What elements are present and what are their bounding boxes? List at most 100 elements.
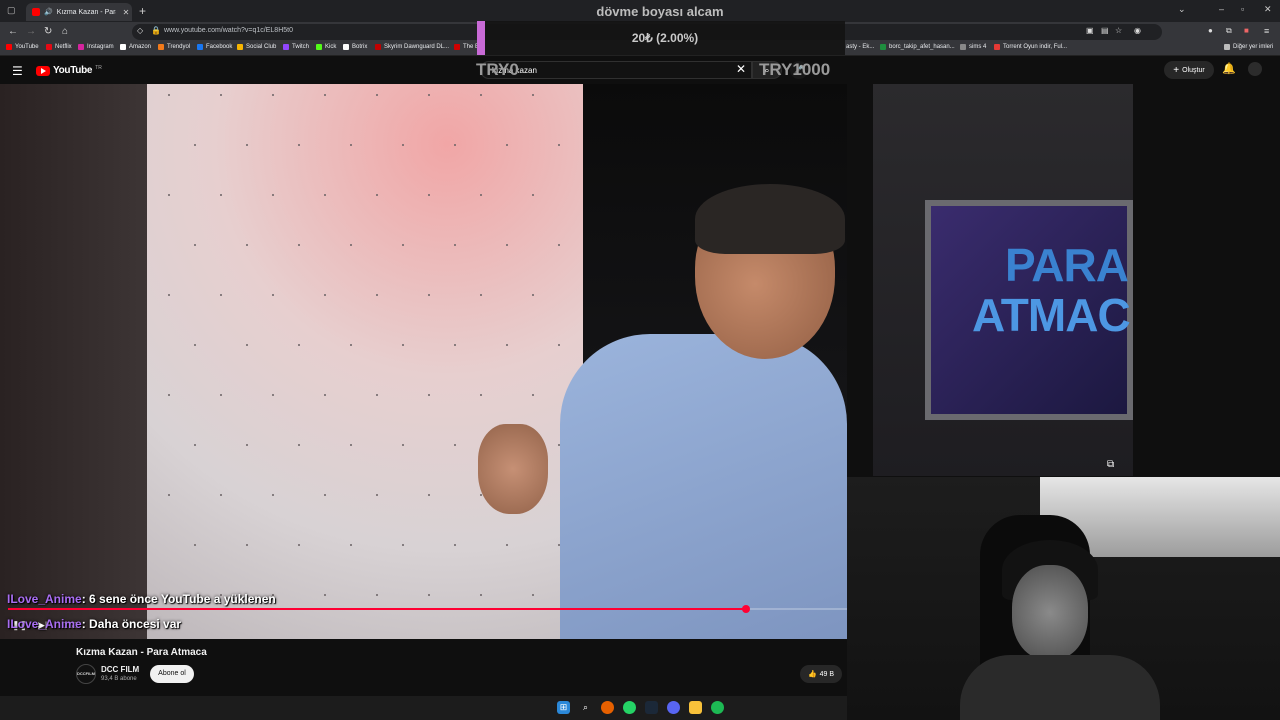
close-tab-icon[interactable]: ✕ xyxy=(120,8,132,17)
spotify-icon[interactable] xyxy=(711,701,724,714)
search-icon[interactable]: ⌕ xyxy=(579,701,592,714)
bookmark-star-icon[interactable]: ☆ xyxy=(1115,26,1122,35)
wall-dot xyxy=(454,544,456,546)
notifications-bell-icon[interactable]: 🔔 xyxy=(1222,62,1236,75)
close-window-button[interactable]: ✕ xyxy=(1264,4,1272,15)
browser-menu-icon[interactable]: ≡ xyxy=(1264,26,1269,36)
wall-dot xyxy=(402,244,404,246)
firefox-icon[interactable] xyxy=(601,701,614,714)
bookmark-kick[interactable]: Kick xyxy=(316,44,336,50)
video-frame-left xyxy=(0,84,148,639)
wall-dot xyxy=(480,294,482,296)
bookmark-other-folder[interactable]: Diğer yer imleri xyxy=(1224,44,1273,50)
url-text[interactable]: www.youtube.com/watch?v=q1c/EL8H5t0 xyxy=(164,27,293,34)
wall-dot xyxy=(194,544,196,546)
like-button[interactable]: 👍 49 B xyxy=(800,665,842,683)
wall-dot xyxy=(506,244,508,246)
create-button[interactable]: + Oluştur xyxy=(1164,61,1214,79)
wall-dot xyxy=(324,594,326,596)
tab-title: Kızma Kazan - Para Atmaca xyxy=(56,8,116,16)
wall-dot xyxy=(350,144,352,146)
bookmark-torrent[interactable]: Torrent Oyun indir, Ful... xyxy=(994,44,1067,50)
bookmark-youtube[interactable]: YouTube xyxy=(6,44,39,50)
screenshot-icon[interactable]: ◉ xyxy=(1134,26,1141,35)
wall-dot xyxy=(272,194,274,196)
bookmark-twitch[interactable]: Twitch xyxy=(283,44,309,50)
miniplayer-icon[interactable]: ⧉ xyxy=(1107,459,1114,470)
file-explorer-icon[interactable] xyxy=(689,701,702,714)
bookmark-social-club[interactable]: Social Club xyxy=(237,44,276,50)
home-icon[interactable]: ⌂ xyxy=(62,26,68,37)
wall-dot xyxy=(246,344,248,346)
studio-sign-line-2: ATMAC xyxy=(972,289,1131,341)
chat-username: ILove_Anime xyxy=(7,592,82,606)
search-input[interactable] xyxy=(492,63,722,77)
channel-avatar[interactable]: DCCFILM xyxy=(76,664,96,684)
bookmark-trendyol[interactable]: Trendyol xyxy=(158,44,190,50)
tab-menu-icon[interactable]: ▢ xyxy=(7,5,16,16)
wall-dot xyxy=(350,444,352,446)
bookmark-the-e[interactable]: The E xyxy=(454,44,479,50)
minimize-button[interactable]: – xyxy=(1219,4,1224,14)
whatsapp-icon[interactable] xyxy=(623,701,636,714)
wall-dot xyxy=(376,194,378,196)
chat-message: ILove_Anime: 6 sene önce YouTube a yükle… xyxy=(7,592,276,606)
like-count: 49 B xyxy=(819,670,835,678)
bookmark-botrix[interactable]: Botrix xyxy=(343,44,367,50)
bookmark-sims-4[interactable]: sims 4 xyxy=(960,44,986,50)
video-title: Kızma Kazan - Para Atmaca xyxy=(76,647,207,658)
profile-icon[interactable]: ■ xyxy=(1244,26,1249,35)
shield-icon[interactable]: ◇ xyxy=(137,26,143,35)
bookmark-borc-takip[interactable]: borc_takip_afet_hasan... xyxy=(880,44,955,50)
extensions-puzzle-icon[interactable]: ⧉ xyxy=(1226,26,1232,36)
goal-progress-fill xyxy=(477,21,485,55)
progress-scrubber[interactable] xyxy=(742,605,750,613)
channel-name[interactable]: DCC FILM xyxy=(101,665,139,674)
wall-dot xyxy=(402,544,404,546)
reader-view-icon[interactable]: ▤ xyxy=(1101,26,1109,35)
browser-tab-active[interactable]: 🔊 Kızma Kazan - Para Atmaca ✕ xyxy=(26,3,132,21)
reload-icon[interactable]: ↻ xyxy=(44,26,52,37)
new-tab-button[interactable]: + xyxy=(139,4,146,18)
video-player[interactable] xyxy=(0,84,847,639)
bookmark-amazon[interactable]: Amazon xyxy=(120,44,151,50)
wall-dot xyxy=(558,144,560,146)
youtube-logo[interactable]: YouTube TR xyxy=(36,65,102,76)
wall-dot xyxy=(298,444,300,446)
progress-fill xyxy=(8,608,746,610)
chat-username: ILove_Anime xyxy=(7,617,82,631)
wall-dot xyxy=(324,194,326,196)
picture-in-picture-icon[interactable]: ▣ xyxy=(1086,26,1094,35)
lock-icon[interactable]: 🔒 xyxy=(151,26,161,35)
channel-subscriber-count: 93,4 B abone xyxy=(101,676,137,682)
bookmark-asty[interactable]: asty - Ek... xyxy=(846,44,874,50)
forward-icon[interactable]: → xyxy=(26,26,36,37)
subscribe-button[interactable]: Abone ol xyxy=(150,665,194,683)
bookmark-netflix[interactable]: Netflix xyxy=(46,44,72,50)
tab-list-chevron-icon[interactable]: ⌄ xyxy=(1178,4,1186,15)
steam-icon[interactable] xyxy=(645,701,658,714)
menu-icon[interactable]: ☰ xyxy=(12,64,23,78)
wall-dot xyxy=(246,144,248,146)
bookmark-facebook[interactable]: Facebook xyxy=(197,44,232,50)
wall-dot xyxy=(428,194,430,196)
wall-dot xyxy=(402,144,404,146)
twitch-icon xyxy=(283,44,289,50)
wall-dot xyxy=(402,344,404,346)
avatar[interactable] xyxy=(1248,62,1262,76)
wall-dot xyxy=(350,344,352,346)
wall-dot xyxy=(272,94,274,96)
wall-dot xyxy=(428,394,430,396)
wall-dot xyxy=(220,294,222,296)
discord-icon[interactable] xyxy=(667,701,680,714)
bookmark-skyrim[interactable]: Skyrim Dawnguard DL... xyxy=(375,44,449,50)
back-icon[interactable]: ← xyxy=(8,26,18,37)
clear-search-icon[interactable]: ✕ xyxy=(736,62,746,76)
maximize-button[interactable]: ▫ xyxy=(1241,4,1244,14)
botrix-icon xyxy=(343,44,349,50)
speaker-icon[interactable]: 🔊 xyxy=(44,8,53,16)
windows-start-icon[interactable]: ⊞ xyxy=(557,701,570,714)
bookmark-instagram[interactable]: Instagram xyxy=(78,44,114,50)
extension-icon[interactable]: ● xyxy=(1208,26,1213,35)
youtube-play-icon xyxy=(36,65,50,76)
